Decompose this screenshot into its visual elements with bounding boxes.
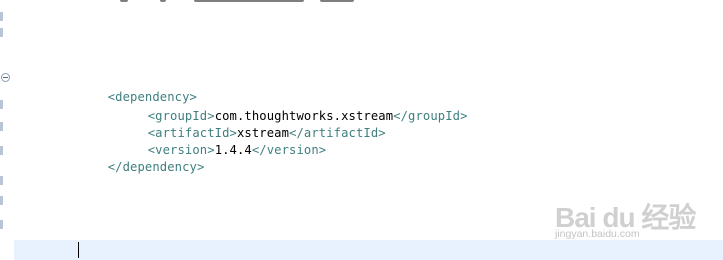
text-caret <box>78 242 79 258</box>
current-line-highlight[interactable] <box>14 240 723 260</box>
baidu-jingyan-watermark: Bai du 经验 jingyan.baidu.com <box>555 178 723 244</box>
gutter-marker <box>0 100 3 109</box>
xml-tag: </dependency> <box>107 160 205 174</box>
code-line-version[interactable]: <version>1.4.4</version> <box>118 123 326 157</box>
gutter-marker <box>0 122 3 131</box>
xml-tag: </version> <box>251 143 327 157</box>
xml-editor[interactable]: <dependency> <groupId>com.thoughtworks.x… <box>0 0 723 260</box>
gutter-marker <box>0 196 3 205</box>
xml-tag: </groupId> <box>393 109 468 123</box>
code-line-artifactid[interactable]: <artifactId>xstream</artifactId> <box>118 106 386 140</box>
gutter-marker <box>0 28 3 37</box>
gutter-marker <box>0 220 3 229</box>
watermark-url: jingyan.baidu.com <box>555 228 640 240</box>
collapse-fold-icon[interactable] <box>1 73 10 82</box>
gutter-marker <box>0 12 3 21</box>
code-line-groupid[interactable]: <groupId>com.thoughtworks.xstream</group… <box>118 89 468 123</box>
code-line-dependency-close[interactable]: </dependency> <box>78 140 205 174</box>
code-line-dependency-open[interactable]: <dependency> <box>78 70 197 104</box>
gutter-marker <box>0 176 3 185</box>
xml-value: 1.4.4 <box>214 143 252 157</box>
clipped-code-line <box>120 0 360 2</box>
gutter-marker <box>0 146 3 155</box>
watermark-logo-text: Bai du 经验 <box>555 202 696 233</box>
editor-gutter <box>0 0 14 260</box>
